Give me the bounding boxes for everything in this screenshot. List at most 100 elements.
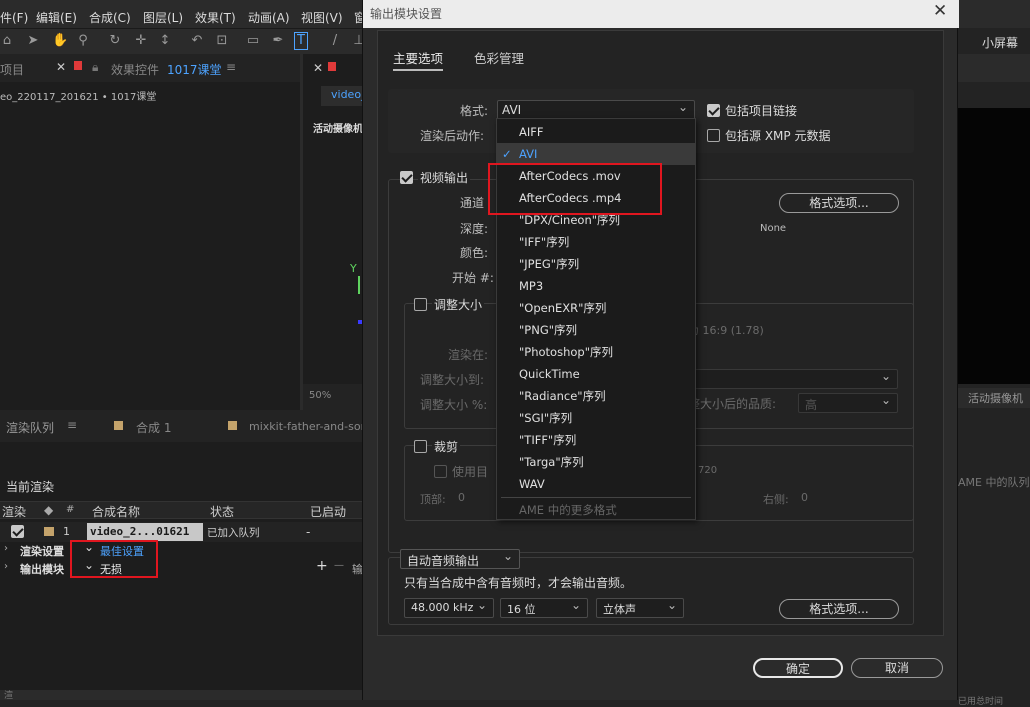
orbit-tool-icon[interactable]: ↻ <box>108 33 122 49</box>
render-queue-menu-icon[interactable]: ≡ <box>67 418 77 432</box>
ame-queue-label[interactable]: AME 中的队列 <box>958 474 1029 490</box>
dialog-title-bar: 输出模块设置 ✕ <box>363 0 959 28</box>
axis-y-label: Y <box>350 262 357 275</box>
format-option-selected[interactable]: ✓ AVI <box>497 143 695 165</box>
expand-render-settings-icon[interactable]: › <box>4 543 8 554</box>
col-status[interactable]: 状态 <box>210 503 234 520</box>
format-option[interactable]: "Radiance"序列 <box>497 385 695 407</box>
panel-menu-icon[interactable]: ≡ <box>226 60 236 74</box>
resize-quality-select[interactable]: 高 <box>798 393 898 413</box>
right-panel-footer: 活动摄像机 <box>958 388 1030 408</box>
label-tag-icon[interactable]: ◆ <box>44 503 53 517</box>
format-option[interactable]: WAV <box>497 473 695 495</box>
viewer-tab[interactable]: video_ <box>321 86 365 106</box>
format-option-label: AVI <box>519 147 538 161</box>
hand-tool-icon[interactable]: ✋ <box>52 33 68 49</box>
include-xmp-checkbox[interactable] <box>707 129 720 142</box>
resize-checkbox[interactable] <box>414 298 427 311</box>
menu-file[interactable]: 件(F) <box>0 9 28 26</box>
viewer-close-icon[interactable]: ✕ <box>313 61 323 75</box>
crop-checkbox[interactable] <box>414 440 427 453</box>
dolly-tool-icon[interactable]: ↕ <box>158 33 172 49</box>
tab-main-options[interactable]: 主要选项 <box>393 48 444 71</box>
format-option[interactable]: "OpenEXR"序列 <box>497 297 695 319</box>
col-render[interactable]: 渲染 <box>2 503 26 520</box>
pen-tool-icon[interactable]: ✒ <box>271 33 285 49</box>
ok-button[interactable]: 确定 <box>753 658 843 678</box>
col-comp-name[interactable]: 合成名称 <box>92 503 140 520</box>
format-option[interactable]: "JPEG"序列 <box>497 253 695 275</box>
format-option[interactable]: "SGI"序列 <box>497 407 695 429</box>
zoom-level[interactable]: 50% <box>309 390 331 401</box>
include-project-link-checkbox[interactable] <box>707 104 720 117</box>
format-option[interactable]: "Targa"序列 <box>497 451 695 473</box>
format-option[interactable]: "TIFF"序列 <box>497 429 695 451</box>
home-icon[interactable]: ⌂ <box>0 33 14 49</box>
right-panel: 小屏幕 活动摄像机 AME 中的队列 已用总时间 <box>958 28 1030 707</box>
format-option[interactable]: "IFF"序列 <box>497 231 695 253</box>
viewer-panel: ✕ video_ 活动摄像机 Y 50% <box>303 54 365 410</box>
format-option[interactable]: "Photoshop"序列 <box>497 341 695 363</box>
format-option[interactable]: MP3 <box>497 275 695 297</box>
tab-comp-1[interactable]: 合成 1 <box>136 419 171 436</box>
resize-percent-label: 调整大小 %: <box>420 398 488 412</box>
remove-output-module-button[interactable]: — <box>334 560 344 571</box>
menu-effect[interactable]: 效果(T) <box>195 9 236 26</box>
type-tool-icon[interactable]: T <box>294 32 308 50</box>
render-queue-panel: 渲染队列 ≡ 合成 1 mixkit-father-and-son- 当前渲染 … <box>0 410 372 701</box>
anchor-tool-icon[interactable]: ⊡ <box>215 33 229 49</box>
brush-tool-icon[interactable]: / <box>328 33 342 49</box>
add-output-module-button[interactable]: + <box>316 558 328 574</box>
dialog-title: 输出模块设置 <box>370 7 443 21</box>
crop-top-value[interactable]: 0 <box>458 491 465 504</box>
col-index[interactable]: # <box>66 504 74 515</box>
audio-output-select[interactable]: 自动音频输出 <box>400 549 520 569</box>
zoom-tool-icon[interactable]: ⚲ <box>76 33 90 49</box>
cancel-button[interactable]: 取消 <box>851 658 943 678</box>
format-select[interactable]: AVI <box>497 100 695 120</box>
menu-layer[interactable]: 图层(L) <box>143 9 183 26</box>
output-module-row: › 输出模块 ⌄ 无损 + — 输 <box>0 558 363 578</box>
use-roi-checkbox[interactable] <box>434 465 447 478</box>
viewer-color-swatch <box>328 62 336 71</box>
menu-composition[interactable]: 合成(C) <box>89 9 131 26</box>
effects-tab[interactable]: 效果控件 <box>111 61 159 78</box>
lock-icon[interactable]: 🔒︎ <box>92 60 98 75</box>
format-option[interactable]: AIFF <box>497 121 695 143</box>
project-tab[interactable]: 项目 <box>0 61 24 78</box>
highlight-box-aftercodecs <box>488 163 662 215</box>
resize-to-select[interactable] <box>688 369 898 389</box>
dialog-close-icon[interactable]: ✕ <box>933 1 947 21</box>
close-icon[interactable]: ✕ <box>56 60 66 74</box>
render-checkbox[interactable] <box>11 525 24 538</box>
format-options-button[interactable]: 格式选项... <box>779 193 899 213</box>
effects-tab-target[interactable]: 1017课堂 <box>167 61 222 78</box>
resize-quality-label: 整大小后的品质: <box>688 397 777 411</box>
rectangle-tool-icon[interactable]: ▭ <box>246 33 260 49</box>
video-output-checkbox[interactable] <box>400 171 413 184</box>
sample-rate-select[interactable]: 48.000 kHz <box>404 598 494 618</box>
workspace-label[interactable]: 小屏幕 <box>982 34 1018 51</box>
format-option[interactable]: QuickTime <box>497 363 695 385</box>
tab-color-management[interactable]: 色彩管理 <box>474 48 524 67</box>
menu-edit[interactable]: 编辑(E) <box>36 9 77 26</box>
menu-view[interactable]: 视图(V) <box>301 9 343 26</box>
selection-tool-icon[interactable]: ➤ <box>26 33 40 49</box>
table-row[interactable]: 1 video_2...01621 已加入队列 - <box>0 522 362 542</box>
format-option[interactable]: "PNG"序列 <box>497 319 695 341</box>
right-camera-label[interactable]: 活动摄像机 <box>968 390 1023 406</box>
row-started: - <box>306 525 311 539</box>
pan-tool-icon[interactable]: ✛ <box>134 33 148 49</box>
bit-depth-select[interactable]: 16 位 <box>500 598 588 618</box>
menu-animation[interactable]: 动画(A) <box>248 9 290 26</box>
col-started[interactable]: 已启动 <box>310 503 346 520</box>
rotate-tool-icon[interactable]: ↶ <box>190 33 204 49</box>
render-queue-tabs: 渲染队列 ≡ 合成 1 mixkit-father-and-son- <box>0 410 372 442</box>
row-comp-name[interactable]: video_2...01621 <box>87 523 203 541</box>
tab-mixkit[interactable]: mixkit-father-and-son- <box>249 420 372 433</box>
audio-format-options-button[interactable]: 格式选项... <box>779 599 899 619</box>
expand-output-module-icon[interactable]: › <box>4 561 8 572</box>
tab-render-queue[interactable]: 渲染队列 <box>6 419 54 436</box>
audio-channels-select[interactable]: 立体声 <box>596 598 684 618</box>
crop-right-value[interactable]: 0 <box>801 491 808 504</box>
